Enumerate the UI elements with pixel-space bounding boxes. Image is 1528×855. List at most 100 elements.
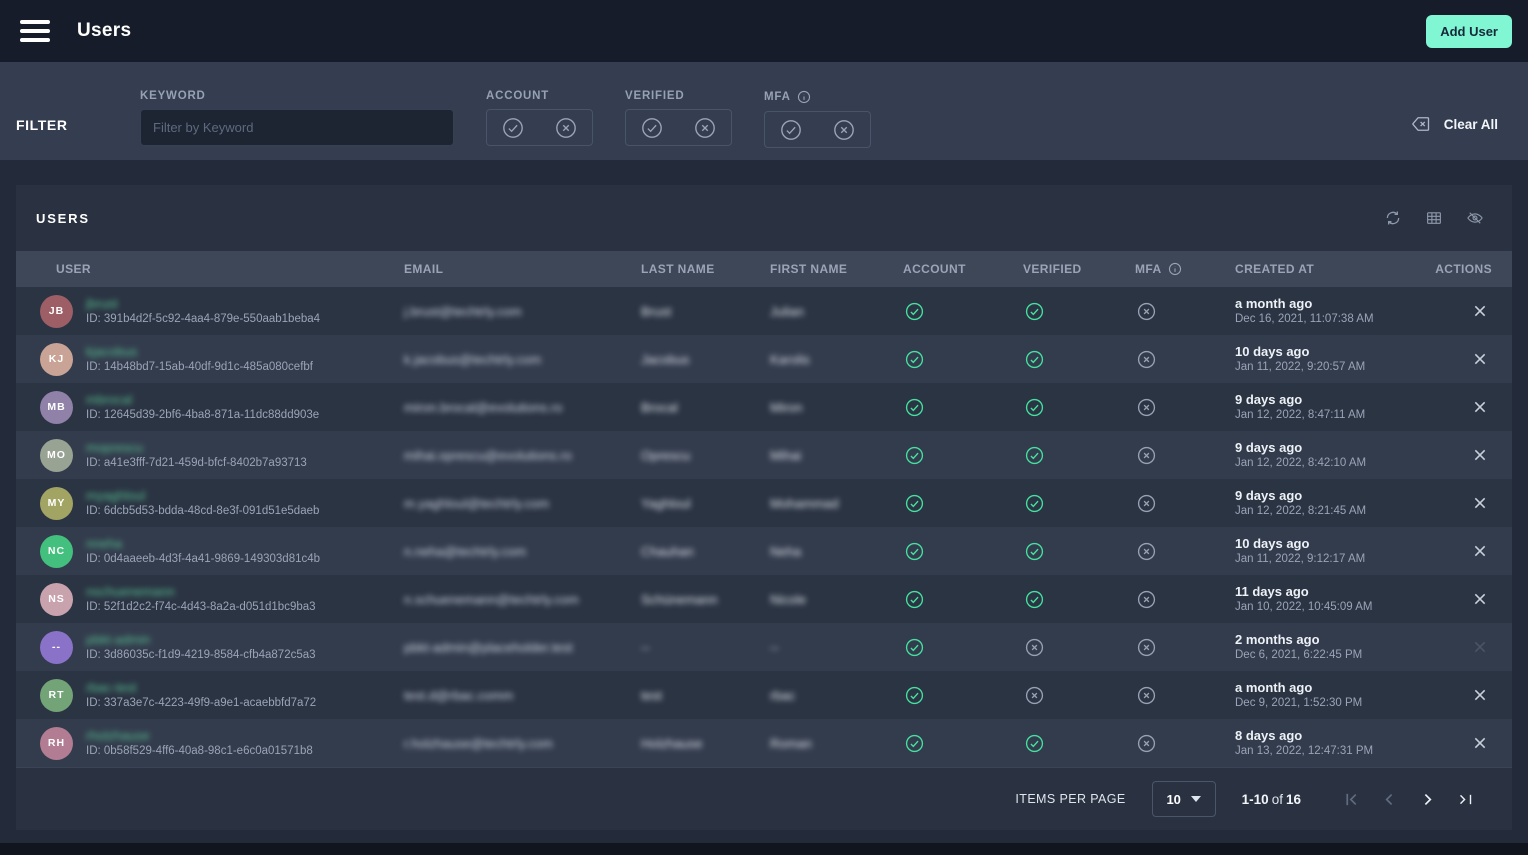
verified-status <box>1023 302 1135 321</box>
mfa-yes-toggle check-circle-icon[interactable] <box>780 119 802 141</box>
keyword-search-input[interactable] <box>140 109 454 146</box>
page-range: 1-10of16 <box>1242 792 1301 807</box>
items-per-page-label: ITEMS PER PAGE <box>1015 792 1125 806</box>
created-relative: 11 days ago <box>1235 584 1435 600</box>
user-id: ID: a41e3fff-7d21-459d-bfcf-8402b7a93713 <box>86 456 307 471</box>
col-created-at: CREATED AT <box>1235 262 1435 276</box>
username[interactable]: nneha <box>86 536 320 551</box>
col-actions: ACTIONS <box>1435 262 1512 276</box>
users-card: USERS USER EMAIL LAST NAME FIRST NAME AC… <box>16 185 1512 830</box>
hamburger-menu-icon[interactable] <box>20 20 50 42</box>
last-page-button[interactable] <box>1457 791 1474 808</box>
last-name: Yaghloul <box>641 496 770 511</box>
filter-bar: FILTER KEYWORD ACCOUNT VERIFIED MFA <box>0 62 1528 160</box>
created-relative: 9 days ago <box>1235 392 1435 408</box>
x-circle-icon <box>1137 734 1156 753</box>
account-status <box>903 398 1023 417</box>
username[interactable]: rholzhause <box>86 728 313 743</box>
email: pbkt-admin@placeholder.test <box>404 640 641 655</box>
username[interactable]: nschuenemann <box>86 584 316 599</box>
created-relative: 9 days ago <box>1235 440 1435 456</box>
refresh-icon[interactable] <box>1384 209 1402 227</box>
username[interactable]: mbrocal <box>86 392 319 407</box>
delete-user-button close-icon[interactable] <box>1472 447 1488 463</box>
account-status <box>903 494 1023 513</box>
table-row: MB mbrocal ID: 12645d39-2bf6-4ba8-871a-1… <box>16 383 1512 431</box>
user-id: ID: 6dcb5d53-bdda-48cd-8e3f-091d51e5daeb <box>86 504 319 519</box>
delete-user-button close-icon[interactable] <box>1472 351 1488 367</box>
x-circle-icon <box>1137 494 1156 513</box>
avatar: JB <box>40 295 73 328</box>
table-body: JB jbrust ID: 391b4d2f-5c92-4aa4-879e-55… <box>16 287 1512 767</box>
col-email: EMAIL <box>404 262 641 276</box>
account-no-toggle x-circle-icon[interactable] <box>555 117 577 139</box>
account-status <box>903 350 1023 369</box>
last-name: Holzhause <box>641 736 770 751</box>
user-id: ID: 0b58f529-4ff6-40a8-98c1-e6c0a01571b8 <box>86 744 313 759</box>
info-icon[interactable] <box>1168 262 1182 276</box>
username[interactable]: pbkt-admin <box>86 632 316 647</box>
col-verified: VERIFIED <box>1023 262 1135 276</box>
table-row: -- pbkt-admin ID: 3d86035c-f1d9-4219-858… <box>16 623 1512 671</box>
check-circle-icon <box>905 542 924 561</box>
verified-filter-group: VERIFIED <box>625 62 732 160</box>
delete-user-button close-icon[interactable] <box>1472 399 1488 415</box>
check-circle-icon <box>905 638 924 657</box>
avatar: MY <box>40 487 73 520</box>
username[interactable]: moprescu <box>86 440 307 455</box>
items-per-page-select[interactable]: 10 <box>1152 781 1216 817</box>
username[interactable]: rbac-test <box>86 680 316 695</box>
next-page-button[interactable] <box>1419 791 1436 808</box>
table-row: NS nschuenemann ID: 52f1d2c2-f74c-4d43-8… <box>16 575 1512 623</box>
user-id: ID: 3d86035c-f1d9-4219-8584-cfb4a872c5a3 <box>86 648 316 663</box>
created-absolute: Dec 16, 2021, 11:07:38 AM <box>1235 312 1435 327</box>
mfa-no-toggle x-circle-icon[interactable] <box>833 119 855 141</box>
user-id: ID: 14b48bd7-15ab-40df-9d1c-485a080cefbf <box>86 360 313 375</box>
first-name: Julian <box>770 304 903 319</box>
table-columns-icon[interactable] <box>1425 209 1443 227</box>
verified-yes-toggle check-circle-icon[interactable] <box>641 117 663 139</box>
first-name: Miron <box>770 400 903 415</box>
username[interactable]: myaghloul <box>86 488 319 503</box>
username[interactable]: kjacobus <box>86 344 313 359</box>
email: n.neha@techtrly.com <box>404 544 641 559</box>
x-circle-icon <box>1137 542 1156 561</box>
verified-status <box>1023 398 1135 417</box>
mfa-filter-group: MFA <box>764 62 871 160</box>
mfa-status <box>1135 734 1235 753</box>
delete-user-button close-icon[interactable] <box>1472 687 1488 703</box>
clear-all-button[interactable]: Clear All <box>1411 114 1498 134</box>
delete-user-button close-icon[interactable] <box>1472 543 1488 559</box>
eye-off-icon[interactable] <box>1466 209 1484 227</box>
table-row: RT rbac-test ID: 337a3e7c-4223-49f9-a9e1… <box>16 671 1512 719</box>
add-user-button[interactable]: Add User <box>1426 15 1512 48</box>
account-status <box>903 542 1023 561</box>
email: miron.brocal@evolutions.ro <box>404 400 641 415</box>
account-filter-toggle <box>486 109 593 146</box>
delete-user-button close-icon[interactable] <box>1472 591 1488 607</box>
delete-user-button close-icon[interactable] <box>1472 495 1488 511</box>
first-name: Mihai <box>770 448 903 463</box>
first-page-button[interactable] <box>1343 791 1360 808</box>
created-relative: 8 days ago <box>1235 728 1435 744</box>
check-circle-icon <box>1025 398 1044 417</box>
created-absolute: Dec 6, 2021, 6:22:45 PM <box>1235 648 1435 663</box>
account-yes-toggle check-circle-icon[interactable] <box>502 117 524 139</box>
email: r.holzhause@techtrly.com <box>404 736 641 751</box>
info-icon[interactable] <box>797 90 811 104</box>
avatar: KJ <box>40 343 73 376</box>
username[interactable]: jbrust <box>86 296 320 311</box>
account-filter-label: ACCOUNT <box>486 90 593 102</box>
avatar: MB <box>40 391 73 424</box>
verified-no-toggle x-circle-icon[interactable] <box>694 117 716 139</box>
mfa-status <box>1135 590 1235 609</box>
delete-user-button close-icon[interactable] <box>1472 735 1488 751</box>
mfa-status <box>1135 638 1235 657</box>
created-absolute: Jan 10, 2022, 10:45:09 AM <box>1235 600 1435 615</box>
previous-page-button[interactable] <box>1381 791 1398 808</box>
delete-user-button close-icon[interactable] <box>1472 303 1488 319</box>
check-circle-icon <box>905 590 924 609</box>
card-title: USERS <box>36 211 90 226</box>
verified-filter-toggle <box>625 109 732 146</box>
delete-user-button close-icon[interactable] <box>1472 639 1488 655</box>
